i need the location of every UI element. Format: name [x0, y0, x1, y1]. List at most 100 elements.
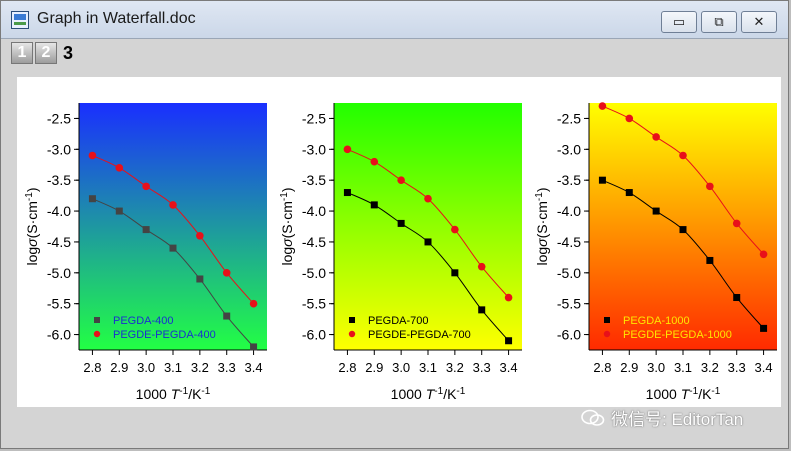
y-tick-label: -5.0 — [47, 265, 71, 281]
y-tick-label: -4.0 — [557, 203, 581, 219]
y-tick-label: -4.5 — [47, 234, 71, 250]
x-tick-label: 2.8 — [338, 360, 356, 375]
y-tick-label: -3.0 — [302, 141, 326, 157]
legend-label: PEGDE-PEGDA-400 — [113, 329, 216, 341]
data-point-circle[interactable] — [732, 219, 741, 228]
data-point-square[interactable] — [760, 324, 768, 332]
legend-marker-square — [604, 317, 610, 323]
data-point-square[interactable] — [343, 189, 351, 197]
chart-1000[interactable]: -2.5 -3.0 -3.5 -4.0 -4.5 -5.0 -5.5 -6.0 2.8 2.9 3.… — [527, 77, 781, 407]
legend-label: PEGDE-PEGDA-700 — [368, 329, 471, 341]
data-point-circle[interactable] — [222, 269, 231, 277]
data-point-circle[interactable] — [249, 299, 258, 308]
y-tick-label: -4.0 — [47, 203, 71, 219]
data-point-square[interactable] — [652, 207, 660, 215]
watermark-text: 微信号: EditorTan — [611, 410, 744, 429]
graph-document-icon[interactable] — [11, 11, 29, 29]
restore-button[interactable]: ⧉ — [701, 11, 737, 33]
data-point-square[interactable] — [505, 337, 513, 345]
graph-panel-700: -2.5 -3.0 -3.5 -4.0 -4.5 -5.0 -5.5 -6.0 2.8 2.9 3.… — [272, 77, 527, 407]
data-point-circle[interactable] — [142, 182, 150, 191]
close-button[interactable]: ✕ — [741, 11, 777, 33]
plot-area — [334, 103, 522, 350]
data-point-circle[interactable] — [451, 225, 459, 234]
data-point-square[interactable] — [223, 312, 231, 320]
x-tick-label: 3.1 — [419, 360, 437, 375]
data-point-circle[interactable] — [706, 182, 714, 191]
graph-page[interactable]: -2.5 -3.0 -3.5 -4.0 -4.5 -5.0 -5.5 -6.0 2.8 2.9 3.… — [17, 77, 781, 407]
data-point-circle[interactable] — [196, 231, 204, 240]
x-tick-label: 2.9 — [365, 360, 383, 375]
minimize-button[interactable]: ▭ — [661, 11, 697, 33]
graph-window: Graph in Waterfall.doc ▭ ⧉ ✕ 1 2 3 -2.5-… — [0, 0, 789, 449]
data-point-square[interactable] — [142, 226, 150, 234]
graph-panel-400: -2.5 -3.0 -3.5 -4.0 -4.5 -5.0 -5.5 -6.0 2.8 2.9 3.… — [17, 77, 272, 407]
data-point-circle[interactable] — [652, 133, 660, 141]
data-point-circle[interactable] — [598, 102, 607, 110]
y-tick-label: -2.5 — [557, 110, 581, 126]
minimize-icon: ▭ — [672, 14, 686, 29]
data-point-circle[interactable] — [759, 250, 768, 259]
legend-label: PEGDA-1000 — [623, 315, 690, 327]
data-point-circle[interactable] — [370, 157, 379, 166]
data-point-circle[interactable] — [477, 262, 486, 271]
title-bar[interactable]: Graph in Waterfall.doc ▭ ⧉ ✕ — [1, 1, 788, 39]
legend-marker-circle — [348, 330, 356, 338]
data-point-square[interactable] — [196, 275, 204, 283]
data-point-circle[interactable] — [625, 114, 634, 123]
data-point-circle[interactable] — [679, 151, 687, 160]
layer-tab-2[interactable]: 2 — [35, 42, 57, 64]
data-point-square[interactable] — [733, 294, 741, 302]
x-tick-label: 3.4 — [500, 360, 518, 375]
data-point-square[interactable] — [397, 219, 405, 227]
layer-tab-1[interactable]: 1 — [11, 42, 33, 64]
x-tick-label: 3.3 — [218, 360, 236, 375]
y-tick-label: -5.5 — [302, 296, 326, 312]
wechat-icon — [581, 409, 605, 426]
legend-marker-circle — [603, 330, 611, 338]
y-tick-label: -4.5 — [302, 234, 326, 250]
data-point-circle[interactable] — [397, 176, 405, 184]
data-point-square[interactable] — [88, 195, 96, 203]
data-point-square[interactable] — [451, 269, 459, 277]
graph-panel-1000: -2.5 -3.0 -3.5 -4.0 -4.5 -5.0 -5.5 -6.0 2.8 2.9 3.… — [527, 77, 781, 407]
y-axis-title: logσ(S·cm-1) — [534, 187, 551, 265]
data-point-square[interactable] — [250, 343, 258, 351]
x-tick-label: 3.3 — [728, 360, 746, 375]
x-tick-label: 3.2 — [701, 360, 719, 375]
y-tick-label: -3.5 — [302, 172, 326, 188]
chart-400[interactable]: -2.5 -3.0 -3.5 -4.0 -4.5 -5.0 -5.5 -6.0 2.8 2.9 3.… — [17, 77, 272, 407]
y-tick-label: -5.0 — [557, 265, 581, 281]
data-point-circle[interactable] — [88, 151, 97, 160]
data-point-circle[interactable] — [424, 194, 432, 203]
close-icon: ✕ — [753, 14, 765, 29]
data-point-square[interactable] — [598, 176, 606, 184]
data-point-circle[interactable] — [115, 164, 124, 172]
data-point-circle[interactable] — [343, 145, 352, 154]
legend-label: PEGDA-700 — [368, 315, 429, 327]
y-tick-label: -6.0 — [302, 327, 326, 343]
data-point-circle[interactable] — [504, 293, 513, 302]
chart-700[interactable]: -2.5 -3.0 -3.5 -4.0 -4.5 -5.0 -5.5 -6.0 2.8 2.9 3.… — [272, 77, 527, 407]
data-point-square[interactable] — [424, 238, 432, 246]
x-tick-label: 3.4 — [755, 360, 773, 375]
legend-marker-circle — [93, 330, 101, 338]
data-point-square[interactable] — [478, 306, 486, 314]
layer-tab-3[interactable]: 3 — [59, 42, 77, 64]
data-point-square[interactable] — [706, 256, 714, 264]
data-point-circle[interactable] — [169, 201, 177, 209]
x-tick-label: 2.8 — [593, 360, 611, 375]
x-tick-label: 2.9 — [620, 360, 638, 375]
y-tick-label: -3.5 — [47, 172, 71, 188]
data-point-square[interactable] — [679, 226, 687, 234]
x-axis-title: 1000 T-1/K-1 — [391, 386, 466, 403]
x-tick-label: 3.0 — [392, 360, 410, 375]
y-tick-label: -5.5 — [47, 296, 71, 312]
data-point-square[interactable] — [625, 189, 633, 197]
data-point-square[interactable] — [115, 207, 123, 215]
data-point-square[interactable] — [169, 244, 177, 252]
layer-tabs: 1 2 3 — [11, 41, 79, 65]
wechat-watermark: 微信号: EditorTan — [581, 405, 743, 430]
data-point-square[interactable] — [370, 201, 378, 209]
legend-marker-square — [94, 317, 100, 323]
